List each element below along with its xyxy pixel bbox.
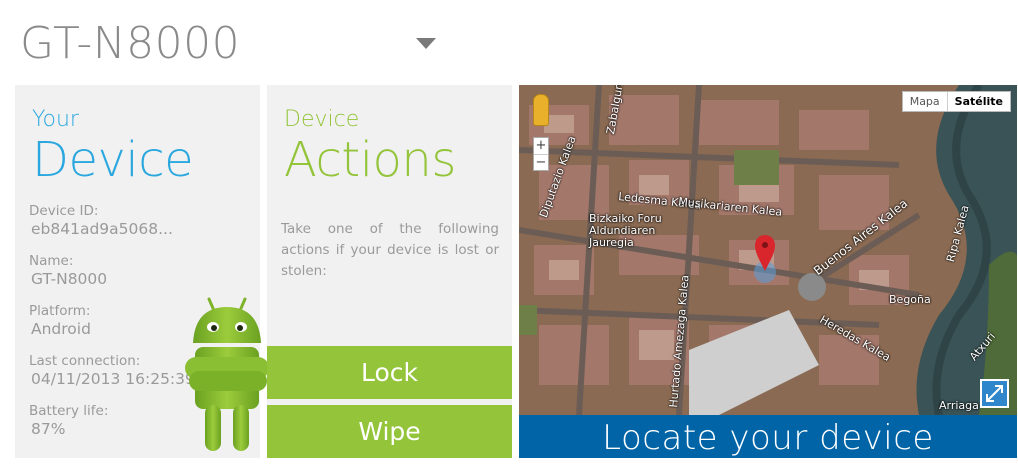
zoom-control: + − — [533, 137, 549, 171]
android-robot-icon — [185, 297, 269, 451]
last-connection-field: Last connection: 04/11/2013 16:25:39 — [29, 353, 195, 389]
map-label-arriaga: Arriaga — [939, 399, 979, 412]
device-name-label: Name: — [29, 253, 74, 269]
zoom-out-button[interactable]: − — [534, 154, 548, 170]
device-actions-panel: Device Actions Take one of the following… — [267, 85, 512, 458]
chevron-down-icon[interactable] — [416, 38, 436, 49]
actions-description: Take one of the following actions if you… — [281, 221, 499, 279]
device-id-label: Device ID: — [29, 203, 99, 219]
last-connection-label: Last connection: — [29, 353, 141, 369]
wipe-button[interactable]: Wipe — [267, 405, 512, 458]
device-title: GT-N8000 — [20, 18, 241, 69]
battery-value: 87% — [31, 420, 66, 438]
device-heading-big: Device — [32, 132, 194, 188]
satellite-map-image — [519, 85, 1017, 415]
expand-icon[interactable] — [980, 379, 1009, 408]
map-type-satellite-button[interactable]: Satélite — [948, 92, 1010, 111]
zoom-in-button[interactable]: + — [534, 138, 548, 154]
map-label-begona: Begoña — [889, 293, 931, 306]
platform-field: Platform: Android — [29, 303, 91, 339]
locate-device-button[interactable]: Locate your device — [519, 415, 1017, 458]
battery-label: Battery life: — [29, 403, 109, 419]
anti-theft-dashboard: GT-N8000 Your Device Device ID: eb841ad9… — [0, 0, 1018, 465]
device-name-field: Name: GT-N8000 — [29, 253, 107, 289]
platform-label: Platform: — [29, 303, 91, 319]
device-id-value: eb841ad9a5068... — [31, 220, 173, 238]
device-id-field: Device ID: eb841ad9a5068... — [29, 203, 173, 239]
map-type-toggle: Mapa Satélite — [901, 91, 1011, 112]
battery-field: Battery life: 87% — [29, 403, 108, 439]
map-type-map-button[interactable]: Mapa — [903, 92, 948, 111]
pegman-icon[interactable] — [533, 94, 549, 126]
platform-value: Android — [31, 320, 91, 338]
device-info-panel: Your Device Device ID: eb841ad9a5068... … — [15, 85, 269, 458]
device-selector[interactable]: GT-N8000 — [20, 14, 440, 74]
lock-button[interactable]: Lock — [267, 346, 512, 399]
map-label-bizkaiko: Bizkaiko Foru Aldundiaren Jauregia — [589, 212, 662, 249]
last-connection-value: 04/11/2013 16:25:39 — [31, 370, 195, 388]
map-view[interactable]: Zabalgunea Plaza Diputazio Kalea Ledesma… — [519, 85, 1017, 415]
device-name-value: GT-N8000 — [31, 270, 108, 288]
actions-heading-big: Actions — [284, 132, 456, 188]
